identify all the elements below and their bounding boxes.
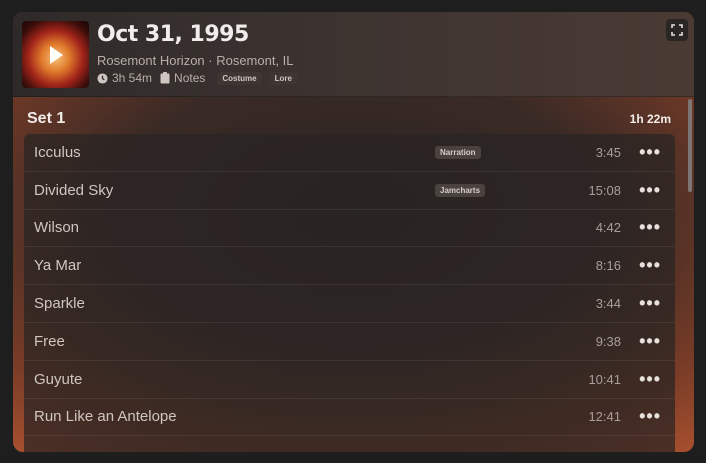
track-row[interactable]: Wilson 4:42 ••• <box>24 210 675 248</box>
duration-label: 3h 54m <box>112 71 153 85</box>
more-dots-icon[interactable]: ••• <box>639 180 661 201</box>
track-time: 12:41 <box>588 409 621 425</box>
more-dots-icon[interactable]: ••• <box>639 217 661 238</box>
notes-link[interactable]: Notes <box>160 71 205 85</box>
clipboard-icon <box>160 72 170 84</box>
show-header: Oct 31, 1995 Rosemont Horizon · Rosemont… <box>13 12 694 97</box>
track-row[interactable]: Ya Mar 8:16 ••• <box>24 247 675 286</box>
venue-label: Rosemont Horizon · Rosemont, IL <box>97 53 294 68</box>
track-name: Icculus <box>34 143 81 161</box>
fullscreen-button[interactable] <box>666 19 688 41</box>
track-time: 15:08 <box>588 182 621 198</box>
track-name: Wilson <box>34 219 80 237</box>
track-name: Ya Mar <box>34 257 82 275</box>
track-row-partial[interactable] <box>24 436 675 452</box>
track-name: Divided Sky <box>34 181 114 199</box>
track-row[interactable]: Guyute 10:41 ••• <box>24 361 675 399</box>
set-header: Set 1 1h 22m <box>27 108 671 130</box>
track-row[interactable]: Free 9:38 ••• <box>24 323 675 361</box>
track-row[interactable]: Divided Sky Jamcharts 15:08 ••• <box>24 172 675 210</box>
set-duration: 1h 22m <box>629 112 671 126</box>
track-row[interactable]: Icculus Narration 3:45 ••• <box>24 134 675 172</box>
more-dots-icon[interactable]: ••• <box>639 331 661 352</box>
track-time: 3:44 <box>595 296 621 312</box>
track-time: 3:45 <box>595 144 621 160</box>
track-time: 4:42 <box>595 220 621 236</box>
show-date-title: Oct 31, 1995 <box>97 22 249 47</box>
expand-icon <box>671 24 683 36</box>
album-art[interactable] <box>22 21 89 88</box>
play-icon <box>49 45 63 64</box>
more-dots-icon[interactable]: ••• <box>639 142 661 163</box>
scrollbar[interactable] <box>688 99 692 192</box>
track-name: Run Like an Antelope <box>34 408 177 426</box>
clock-icon <box>97 72 108 84</box>
show-meta: 3h 54m Notes Costume Lore <box>97 71 297 85</box>
track-time: 8:16 <box>595 258 621 274</box>
track-tag[interactable]: Jamcharts <box>435 183 486 197</box>
track-row[interactable]: Sparkle 3:44 ••• <box>24 285 675 323</box>
track-name: Sparkle <box>34 295 85 313</box>
track-time: 10:41 <box>588 371 621 387</box>
duration-meta: 3h 54m <box>97 71 152 85</box>
track-list: Icculus Narration 3:45 ••• Divided Sky J… <box>24 134 675 452</box>
track-tag[interactable]: Narration <box>435 145 481 159</box>
tag-lore[interactable]: Lore <box>269 71 297 85</box>
more-dots-icon[interactable]: ••• <box>639 255 661 276</box>
player-window: Oct 31, 1995 Rosemont Horizon · Rosemont… <box>13 12 694 452</box>
more-dots-icon[interactable]: ••• <box>639 369 661 390</box>
more-dots-icon[interactable]: ••• <box>639 293 661 314</box>
tag-costume[interactable]: Costume <box>217 71 262 85</box>
track-row[interactable]: Run Like an Antelope 12:41 ••• <box>24 399 675 437</box>
play-button[interactable] <box>22 21 89 88</box>
track-time: 9:38 <box>595 333 621 349</box>
track-name: Free <box>34 332 65 350</box>
set-title: Set 1 <box>27 110 66 127</box>
more-dots-icon[interactable]: ••• <box>639 406 661 427</box>
notes-label: Notes <box>174 71 206 85</box>
track-name: Guyute <box>34 370 83 388</box>
